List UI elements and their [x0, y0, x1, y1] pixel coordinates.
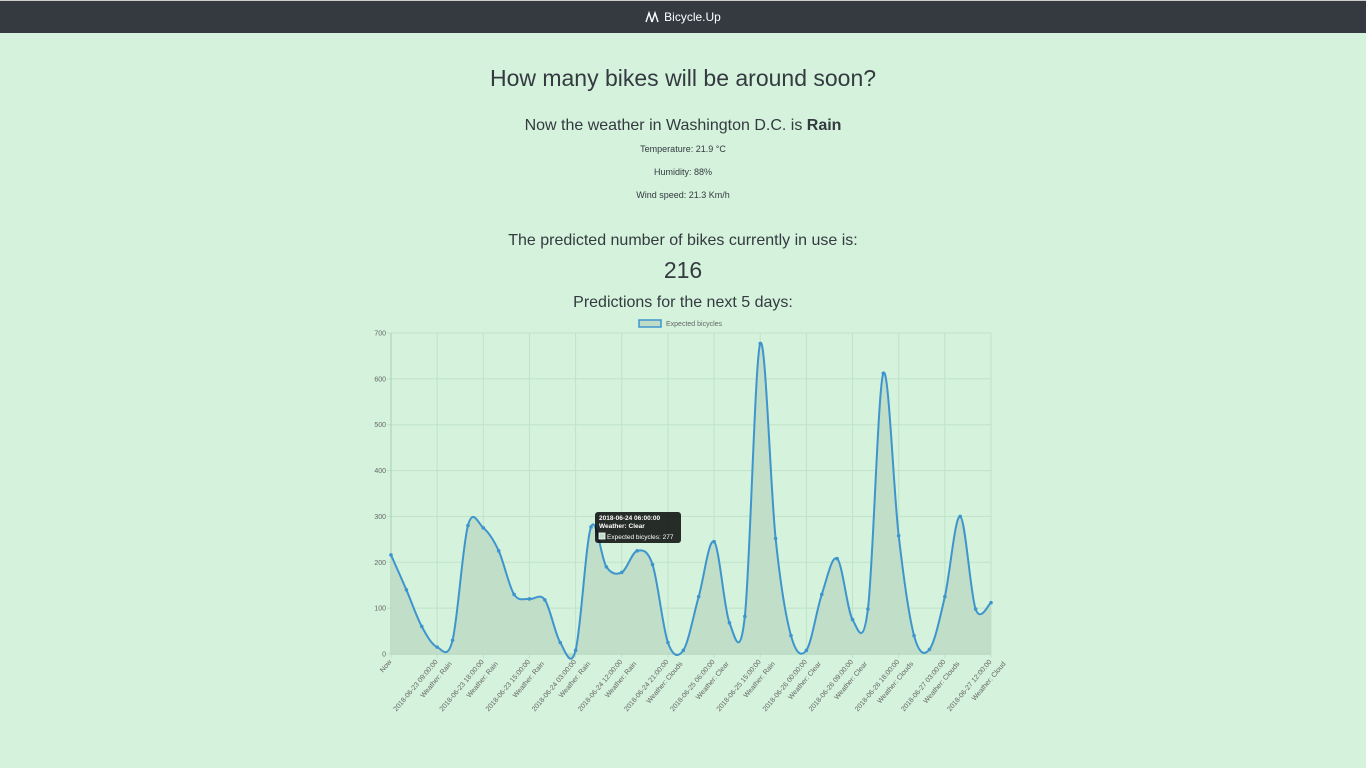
- data-point: [573, 648, 578, 653]
- data-point: [973, 607, 978, 611]
- data-point: [789, 633, 793, 638]
- data-point: [419, 624, 424, 629]
- data-point: [619, 570, 624, 575]
- data-point: [989, 600, 993, 605]
- data-point: [481, 526, 486, 530]
- tooltip-value: Expected bicycles: 277: [607, 534, 674, 541]
- data-point: [958, 514, 963, 519]
- data-point: [758, 341, 763, 346]
- data-point: [850, 617, 855, 622]
- data-point: [404, 588, 409, 592]
- x-tick-label: Now: [379, 658, 394, 674]
- data-point: [681, 648, 686, 653]
- data-point: [943, 594, 947, 599]
- y-tick-label: 0: [382, 652, 386, 659]
- data-point: [819, 592, 824, 597]
- y-tick-label: 600: [374, 376, 386, 383]
- data-point: [773, 536, 778, 541]
- data-point: [389, 553, 393, 557]
- y-tick-label: 100: [374, 606, 386, 613]
- data-point: [558, 640, 563, 645]
- tooltip-swatch: [598, 532, 606, 540]
- data-point: [512, 592, 516, 597]
- data-point: [712, 539, 716, 544]
- data-point: [589, 525, 593, 529]
- data-point: [804, 648, 809, 653]
- data-point: [466, 523, 470, 528]
- data-point: [927, 647, 932, 652]
- y-tick-label: 500: [374, 422, 386, 429]
- tooltip-weather: Weather: Clear: [599, 523, 645, 530]
- legend-swatch: [638, 319, 662, 328]
- data-point: [912, 633, 916, 638]
- data-point: [450, 638, 455, 643]
- y-tick-label: 300: [374, 514, 386, 521]
- y-tick-label: 700: [374, 331, 386, 338]
- data-point: [727, 621, 732, 625]
- data-point: [881, 371, 886, 376]
- data-point: [650, 562, 655, 567]
- data-point: [896, 533, 901, 538]
- data-point: [435, 645, 439, 649]
- tooltip-title: 2018-06-24 06:00:00: [599, 515, 660, 522]
- data-point: [866, 607, 870, 611]
- data-point: [527, 597, 532, 601]
- series-area: [391, 342, 991, 659]
- y-tick-label: 200: [374, 560, 386, 567]
- legend-label: Expected bicycles: [666, 321, 723, 328]
- data-point: [635, 549, 639, 553]
- data-point: [696, 594, 701, 599]
- data-point: [835, 556, 839, 561]
- data-point: [543, 598, 547, 602]
- data-point: [604, 565, 609, 569]
- data-point: [666, 640, 670, 645]
- data-point: [496, 549, 501, 553]
- y-tick-label: 400: [374, 468, 386, 475]
- data-point: [743, 614, 747, 619]
- forecast-chart[interactable]: 0100200300400500600700Now 2018-06-23 09:0…: [0, 0, 1366, 768]
